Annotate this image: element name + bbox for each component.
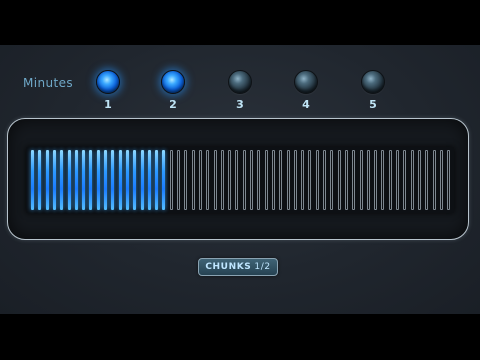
meter-bar-empty: [374, 150, 378, 210]
meter-bar-lit: [140, 150, 144, 210]
meter-bar-empty: [264, 150, 268, 210]
chunks-button-value: 1/2: [254, 262, 271, 272]
letterbox-top: [0, 0, 480, 45]
minute-number-1: 1: [104, 98, 112, 111]
meter-bar-empty: [220, 150, 224, 210]
meter-bar-empty: [177, 150, 180, 210]
meter-bar-lit: [67, 150, 71, 210]
meter-bar-lit: [104, 150, 107, 210]
minute-indicator-4[interactable]: [294, 70, 318, 94]
meter-bar-empty: [250, 150, 253, 210]
meter-bar-lit: [60, 150, 64, 210]
meter-bar-lit: [74, 150, 78, 210]
meter-bar-lit: [111, 150, 115, 210]
meter-bar-empty: [184, 150, 188, 210]
meter-bar-empty: [439, 150, 443, 210]
minute-number-5: 5: [369, 98, 377, 111]
meter-bar-empty: [213, 150, 217, 210]
timer-panel: Minutes 1 2 3 4 5 CHUNKS 1/2: [0, 45, 480, 314]
meter-bar-lit: [52, 150, 56, 210]
meter-bar-empty: [432, 150, 436, 210]
progress-meter-track: [26, 147, 454, 213]
meter-bar-lit: [133, 150, 137, 210]
meter-bar-empty: [169, 150, 173, 210]
meter-bar-empty: [388, 150, 392, 210]
meter-bar-lit: [118, 150, 122, 210]
meter-bar-lit: [89, 150, 93, 210]
meter-bar-lit: [45, 150, 49, 210]
meter-bar-empty: [366, 150, 370, 210]
meter-bar-empty: [447, 150, 451, 210]
meter-bar-empty: [410, 150, 414, 210]
meter-bar-empty: [286, 150, 290, 210]
meter-bar-lit: [31, 150, 34, 210]
meter-bar-empty: [242, 150, 246, 210]
meter-bar-empty: [206, 150, 210, 210]
meter-bar-empty: [235, 150, 239, 210]
meter-bar-empty: [396, 150, 399, 210]
meter-bar-empty: [344, 150, 348, 210]
meter-bar-lit: [162, 150, 166, 210]
meter-bar-empty: [323, 150, 326, 210]
meter-bar-empty: [403, 150, 407, 210]
meter-bar-empty: [417, 150, 421, 210]
chunks-button[interactable]: CHUNKS 1/2: [198, 258, 278, 276]
meter-bar-empty: [308, 150, 312, 210]
meter-bar-empty: [228, 150, 232, 210]
meter-bar-empty: [257, 150, 261, 210]
meter-bar-empty: [301, 150, 305, 210]
minute-number-2: 2: [169, 98, 177, 111]
meter-bar-lit: [125, 150, 129, 210]
minute-number-4: 4: [302, 98, 310, 111]
chunks-button-label: CHUNKS: [205, 262, 252, 272]
meter-bar-empty: [359, 150, 363, 210]
minute-indicator-5[interactable]: [361, 70, 385, 94]
meter-bar-empty: [425, 150, 429, 210]
meter-bar-empty: [198, 150, 202, 210]
minute-indicator-3[interactable]: [228, 70, 252, 94]
meter-bar-empty: [330, 150, 334, 210]
meter-bar-empty: [279, 150, 283, 210]
meter-bar-lit: [147, 150, 151, 210]
meter-bar-empty: [315, 150, 319, 210]
minute-number-3: 3: [236, 98, 244, 111]
minute-indicator-1[interactable]: [96, 70, 120, 94]
minutes-label: Minutes: [23, 76, 74, 90]
meter-bar-lit: [96, 150, 100, 210]
meter-bar-lit: [82, 150, 86, 210]
meter-bar-lit: [155, 150, 159, 210]
letterbox-bottom: [0, 314, 480, 360]
meter-bar-empty: [352, 150, 356, 210]
meter-bar-empty: [271, 150, 275, 210]
meter-bar-empty: [293, 150, 297, 210]
progress-meter: [7, 118, 469, 240]
meter-bar-empty: [337, 150, 341, 210]
meter-bar-lit: [38, 150, 42, 210]
meter-bar-empty: [381, 150, 385, 210]
meter-bar-empty: [191, 150, 195, 210]
minute-indicator-2[interactable]: [161, 70, 185, 94]
